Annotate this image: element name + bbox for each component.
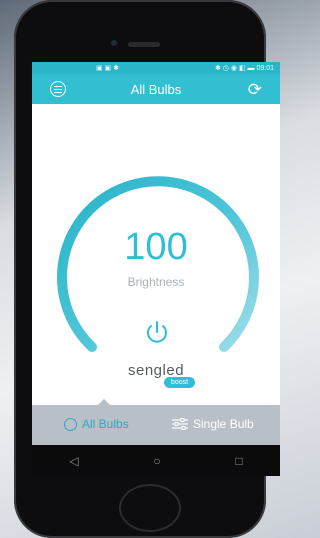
tab-single-bulb[interactable]: Single Bulb [172, 417, 254, 431]
tab-all-bulbs-label: All Bulbs [82, 417, 129, 431]
power-icon[interactable] [144, 319, 170, 345]
status-left-icons: ▣ ▣ ✱ [96, 65, 119, 72]
ring-icon [64, 417, 77, 431]
app-screen: ▣ ▣ ✱ ✱ ◷ ◉ ◧ ▬ 09:01 All Bulbs ⟳ 100 Br… [32, 62, 280, 476]
app-header: All Bulbs ⟳ [32, 74, 280, 104]
brightness-value: 100 [124, 226, 188, 268]
tab-single-bulb-label: Single Bulb [193, 417, 254, 431]
status-time: 09:01 [256, 65, 274, 72]
front-camera [111, 40, 117, 46]
active-tab-indicator [98, 399, 110, 405]
android-nav-bar: ◁ ○ □ [32, 445, 280, 476]
back-icon[interactable]: ◁ [69, 454, 78, 468]
status-right-icons: ✱ ◷ ◉ ◧ ▬ [215, 65, 255, 72]
phone-frame: ▣ ▣ ✱ ✱ ◷ ◉ ◧ ▬ 09:01 All Bulbs ⟳ 100 Br… [14, 0, 280, 538]
status-bar: ▣ ▣ ✱ ✱ ◷ ◉ ◧ ▬ 09:01 [32, 62, 280, 74]
recents-icon[interactable]: □ [235, 454, 242, 468]
brightness-label: Brightness [127, 275, 185, 289]
home-icon[interactable]: ○ [153, 454, 160, 468]
hardware-home-button[interactable] [119, 484, 181, 532]
earpiece-speaker [128, 42, 160, 47]
menu-icon[interactable] [50, 81, 66, 97]
page-title: All Bulbs [130, 81, 182, 97]
sliders-icon [172, 418, 188, 430]
bottom-tab-bar: All Bulbs Single Bulb [32, 399, 280, 445]
status-right: ✱ ◷ ◉ ◧ ▬ 09:01 [215, 64, 274, 72]
tab-all-bulbs[interactable]: All Bulbs [64, 417, 129, 431]
sengled-logo: sengled boost [128, 362, 208, 392]
logo-badge: boost [164, 377, 196, 388]
sync-icon[interactable]: ⟳ [248, 80, 262, 100]
